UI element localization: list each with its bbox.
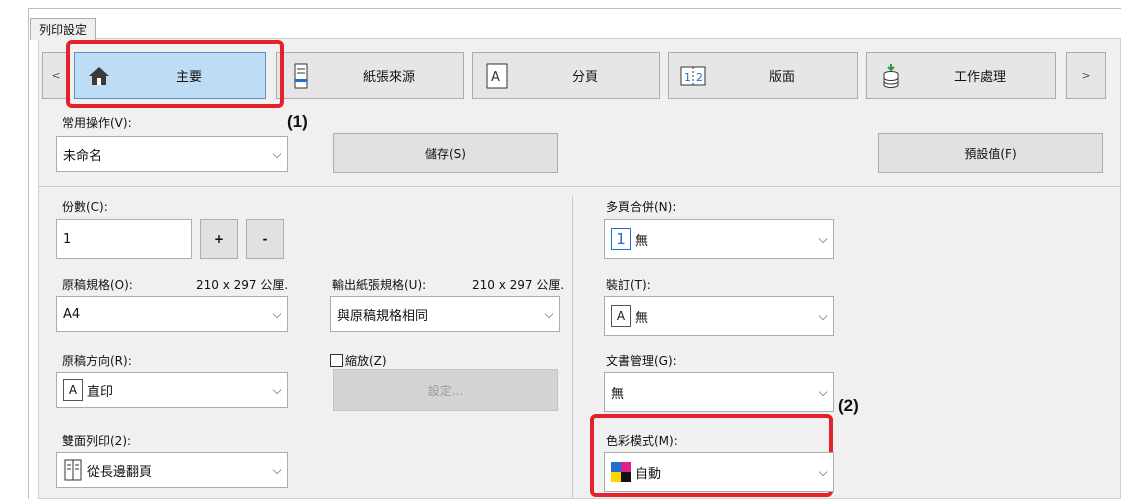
- nup-label: 多頁合併(N):: [606, 200, 677, 214]
- copies-input[interactable]: 1: [56, 219, 192, 259]
- tab-finishing-label: 分頁: [571, 70, 598, 85]
- original-size-dimension: 210 x 297 公厘.: [196, 278, 289, 292]
- original-size-label: 原稿規格(O):: [62, 278, 133, 292]
- chevron-down-icon: ⌵: [272, 382, 282, 397]
- callout-label-2: (2): [838, 396, 859, 415]
- zoom-checkbox-row[interactable]: 縮放(Z): [330, 352, 387, 369]
- chevron-down-icon: ⌵: [818, 308, 828, 323]
- zoom-label: 縮放(Z): [345, 354, 387, 368]
- orientation-label: 原稿方向(R):: [62, 354, 132, 368]
- copies-label: 份數(C):: [62, 200, 108, 214]
- tab-layout-label: 版面: [768, 70, 795, 85]
- defaults-button[interactable]: 預設值(F): [878, 133, 1103, 173]
- chevron-down-icon: ⌵: [272, 462, 282, 477]
- binding-value: 無: [635, 310, 649, 326]
- zoom-settings-button[interactable]: 設定...: [333, 369, 558, 411]
- color-mode-select[interactable]: 自動 ⌵: [604, 452, 834, 492]
- document-filing-select[interactable]: 無 ⌵: [604, 372, 834, 412]
- output-size-dimension: 210 x 297 公厘.: [472, 278, 565, 292]
- job-storage-icon: [877, 62, 905, 90]
- column-divider: [572, 196, 573, 499]
- two-up-layout-icon: 12: [679, 62, 707, 90]
- tab-paper-source[interactable]: 紙張來源: [276, 52, 464, 99]
- chevron-down-icon: ⌵: [272, 306, 282, 321]
- tab-scroll-right-button[interactable]: >: [1066, 52, 1106, 99]
- page-tab-print-settings[interactable]: 列印設定: [30, 18, 97, 40]
- chevron-down-icon: ⌵: [818, 384, 828, 399]
- paper-stack-icon: [287, 62, 315, 90]
- output-size-value: 與原稿規格相同: [337, 308, 429, 324]
- duplex-value: 從長邊翻頁: [87, 464, 153, 480]
- binding-select[interactable]: A 無 ⌵: [604, 296, 834, 336]
- save-button[interactable]: 儲存(S): [333, 133, 558, 173]
- output-size-label: 輸出紙張規格(U):: [332, 278, 427, 292]
- svg-text:A: A: [491, 70, 500, 85]
- svg-text:2: 2: [696, 71, 703, 84]
- portrait-icon: A: [63, 379, 83, 401]
- original-size-value: A4: [63, 306, 81, 322]
- duplex-book-icon: [63, 459, 83, 481]
- copies-decrement-button[interactable]: -: [246, 219, 284, 259]
- chevron-down-icon: ⌵: [272, 146, 282, 161]
- chevron-down-icon: ⌵: [544, 306, 554, 321]
- output-size-select[interactable]: 與原稿規格相同 ⌵: [330, 296, 560, 332]
- color-mode-value: 自動: [635, 466, 662, 482]
- favorites-label: 常用操作(V):: [62, 116, 132, 130]
- duplex-select[interactable]: 從長邊翻頁 ⌵: [56, 452, 288, 488]
- original-size-select[interactable]: A4 ⌵: [56, 296, 288, 332]
- orientation-value: 直印: [87, 384, 114, 400]
- tab-layout[interactable]: 12 版面: [668, 52, 858, 99]
- nup-select[interactable]: 1 無 ⌵: [604, 219, 834, 259]
- chevron-down-icon: ⌵: [818, 464, 828, 479]
- chevron-down-icon: ⌵: [818, 231, 828, 246]
- svg-text:1: 1: [684, 71, 691, 84]
- favorites-select[interactable]: 未命名 ⌵: [56, 136, 288, 172]
- duplex-label: 雙面列印(2):: [62, 434, 132, 448]
- callout-label-1: (1): [287, 112, 308, 131]
- tab-paper-source-label: 紙張來源: [362, 70, 415, 85]
- document-filing-value: 無: [611, 386, 625, 402]
- nup-value: 無: [635, 233, 649, 249]
- section-divider: [38, 186, 1121, 187]
- color-squares-icon: [611, 462, 631, 482]
- tab-finishing[interactable]: A 分頁: [472, 52, 660, 99]
- single-page-icon: A: [483, 62, 511, 90]
- tab-job-handling[interactable]: 工作處理: [866, 52, 1056, 99]
- callout-box-1: [66, 40, 284, 108]
- favorites-value: 未命名: [63, 148, 103, 164]
- document-filing-label: 文書管理(G):: [606, 354, 677, 368]
- tab-job-handling-label: 工作處理: [953, 70, 1006, 85]
- orientation-select[interactable]: A 直印 ⌵: [56, 372, 288, 408]
- zoom-checkbox[interactable]: [330, 354, 343, 367]
- binding-label: 裝訂(T):: [606, 278, 651, 292]
- copies-increment-button[interactable]: +: [200, 219, 238, 259]
- color-mode-label: 色彩模式(M):: [606, 434, 678, 448]
- nup-one-icon: 1: [611, 228, 631, 250]
- binding-page-icon: A: [611, 305, 631, 327]
